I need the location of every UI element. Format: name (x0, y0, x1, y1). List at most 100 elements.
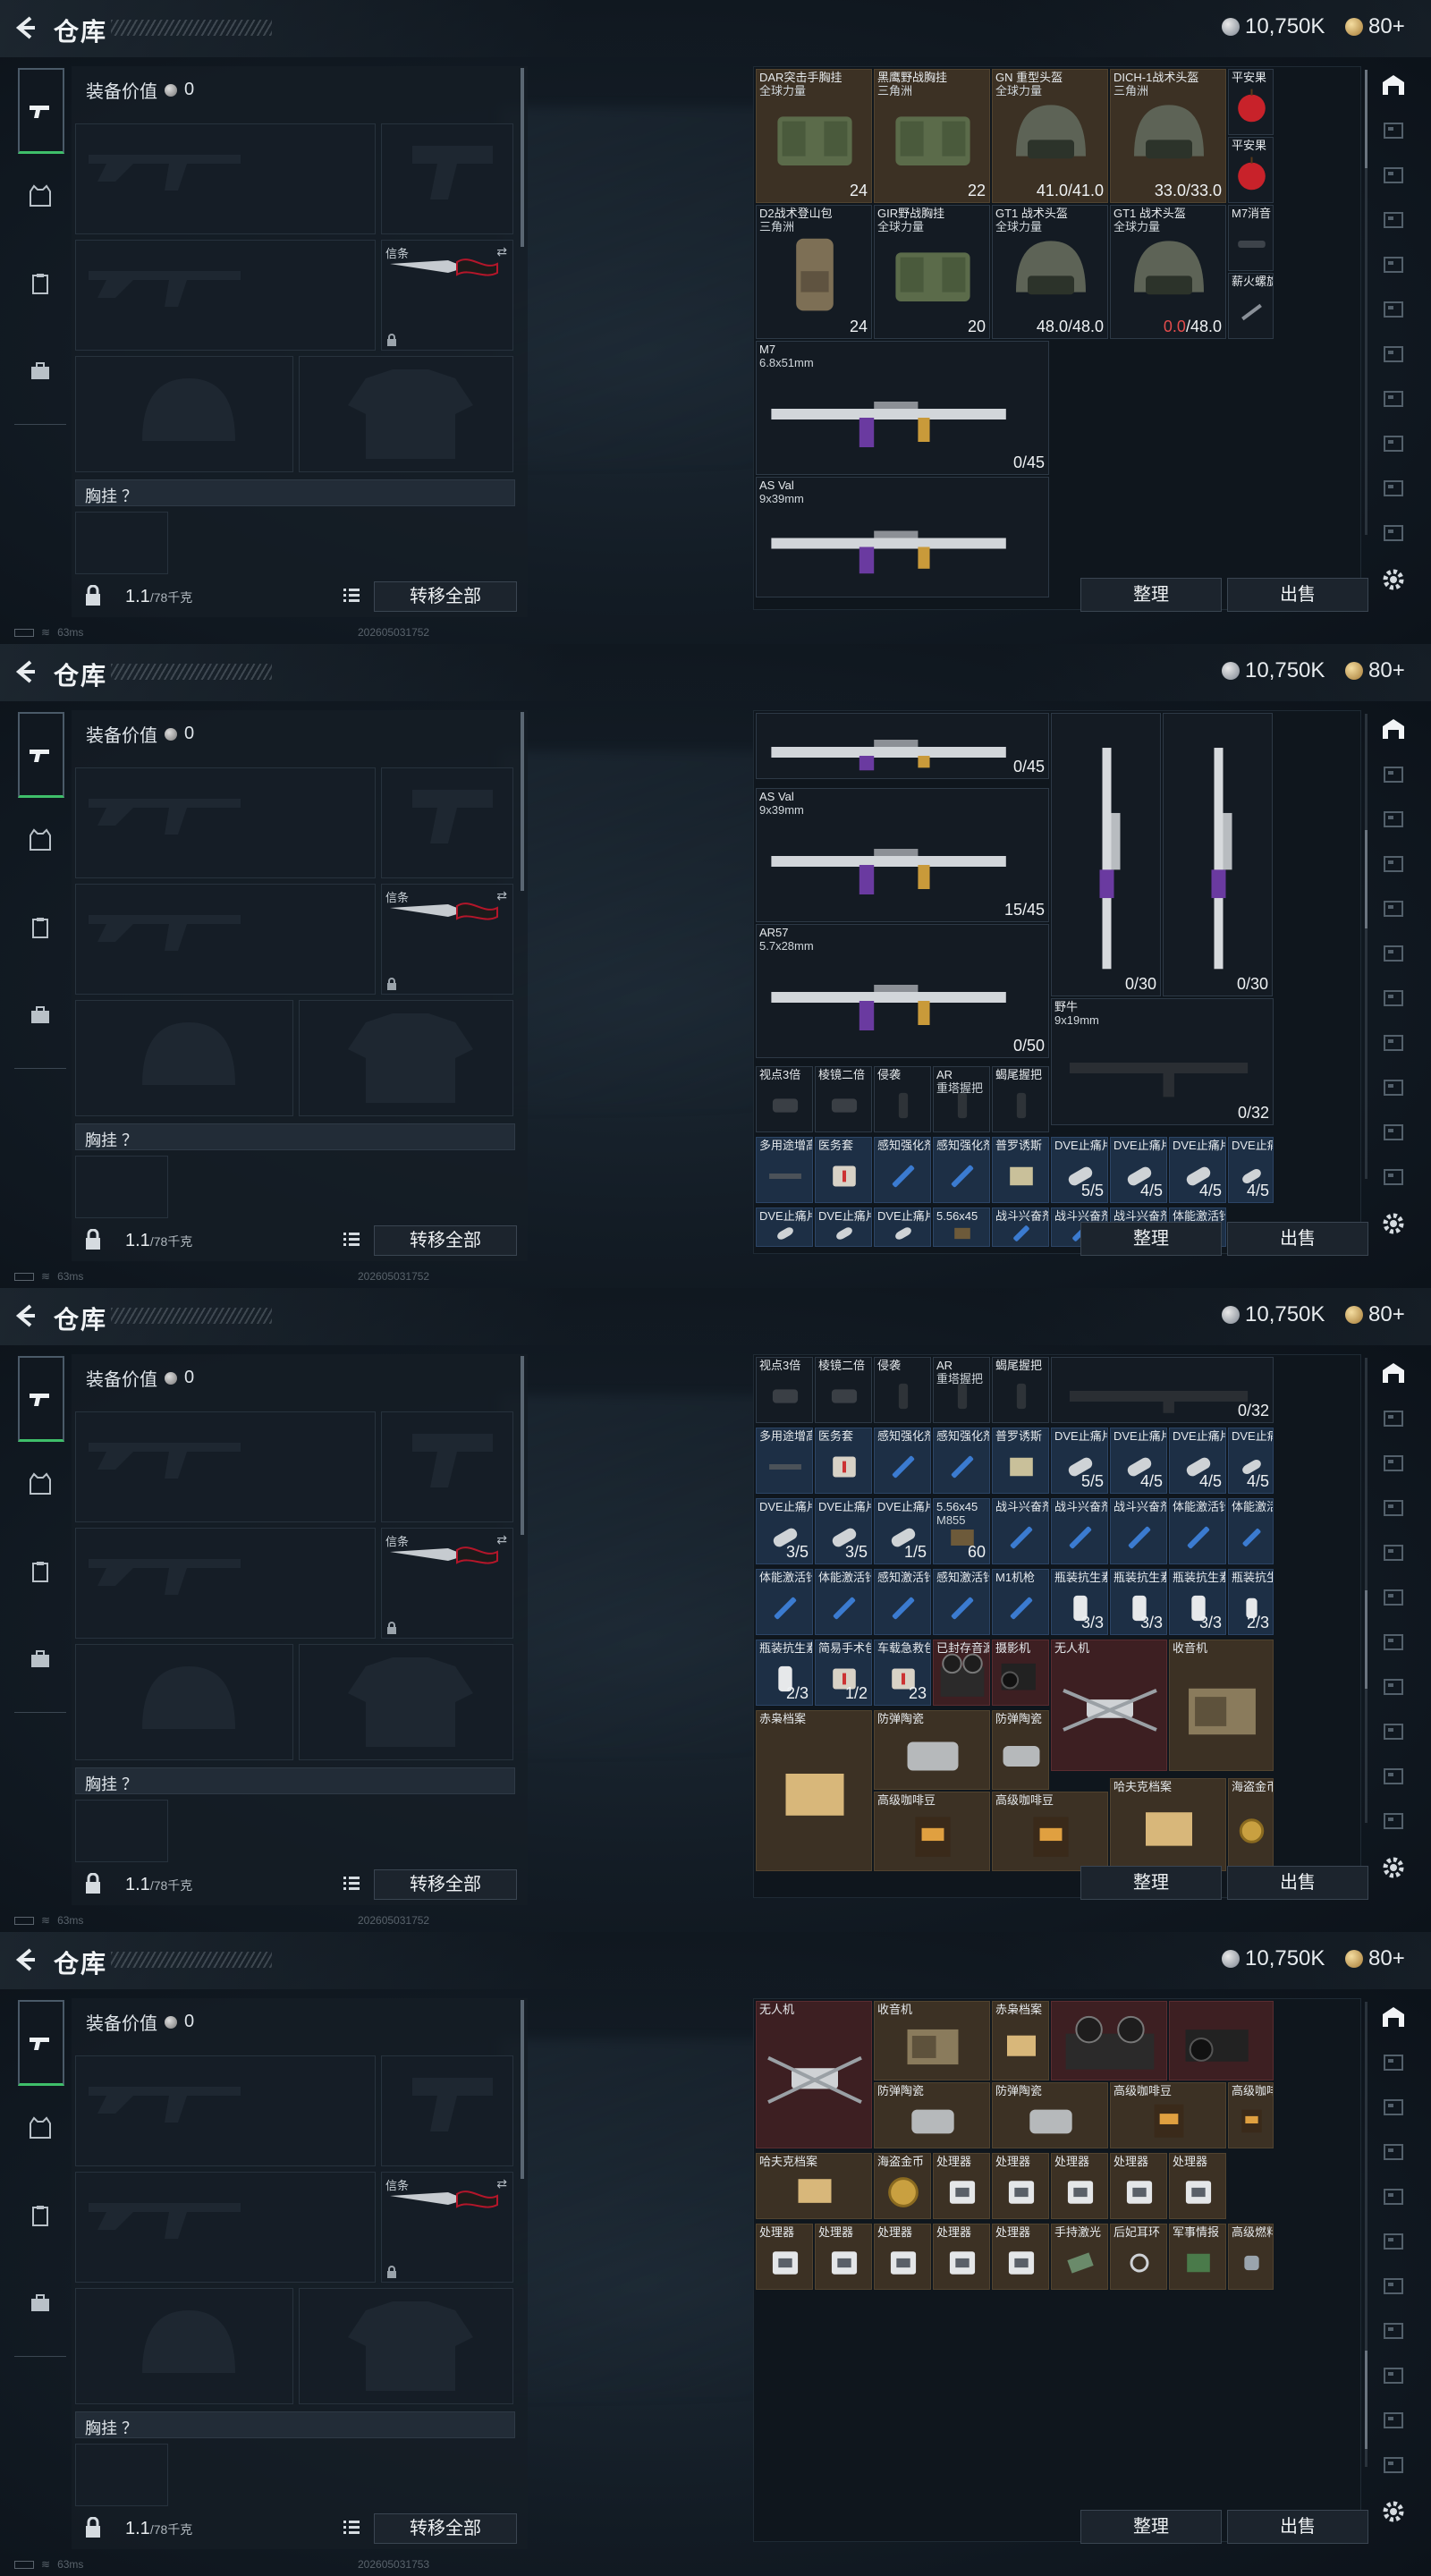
inventory-item[interactable]: DVE止痛片 3/5 (815, 1498, 872, 1564)
sort-button[interactable]: 整理 (1080, 1866, 1222, 1900)
gold-balance[interactable]: 80+ (1345, 1302, 1405, 1327)
inventory-item[interactable]: 高级咖啡豆 (1228, 2082, 1274, 2148)
tab-armor[interactable] (20, 2107, 61, 2148)
inventory-item[interactable]: 后妃耳环 (1110, 2224, 1167, 2290)
tab-stash-page[interactable] (1374, 2043, 1413, 2082)
inventory-item[interactable]: 防弹陶瓷 (992, 1710, 1049, 1790)
melee-slot[interactable]: 信条 ⇄ (381, 1528, 513, 1639)
inventory-item[interactable]: 无人机 (1051, 1640, 1167, 1771)
inventory-item[interactable]: 感知强化剂 (874, 1137, 931, 1203)
back-button[interactable] (11, 1301, 41, 1331)
sort-button[interactable]: 整理 (1080, 2510, 1222, 2544)
inventory-item[interactable]: 体能激活针 (1228, 1498, 1274, 1564)
inventory-item[interactable]: 体能激活针 (815, 1569, 872, 1635)
tab-warehouse-main[interactable] (1374, 1354, 1413, 1394)
inventory-item[interactable]: GT1 战术头盔 全球力量 48.0/48.0 (992, 205, 1108, 339)
inventory-item[interactable]: 野牛 9x19mm 0/32 (1051, 998, 1274, 1125)
melee-slot[interactable]: 信条 ⇄ (381, 2172, 513, 2283)
grid-scrollbar[interactable] (1365, 1358, 1367, 1823)
inventory-item[interactable]: 瓶装抗生素 3/3 (1169, 1569, 1226, 1635)
tab-warehouse-main[interactable] (1374, 710, 1413, 750)
sidearm-slot[interactable] (381, 767, 513, 878)
inventory-item[interactable]: 0/45 (756, 713, 1049, 779)
inventory-item[interactable]: 简易手术包 1/2 (815, 1640, 872, 1706)
chest-rig-slot[interactable] (75, 1800, 168, 1862)
inventory-item[interactable]: 瓶装抗生素 3/3 (1110, 1569, 1167, 1635)
swap-icon[interactable]: ⇄ (496, 1532, 507, 1547)
tab-stash-page[interactable] (1374, 755, 1413, 794)
melee-slot[interactable]: 信条 ⇄ (381, 884, 513, 995)
helmet-slot[interactable] (75, 356, 293, 472)
inventory-item[interactable]: 无人机 (756, 2001, 872, 2148)
gold-balance[interactable]: 80+ (1345, 14, 1405, 39)
inventory-item[interactable]: 视点3倍 (756, 1066, 813, 1132)
tab-stash-page[interactable] (1374, 2222, 1413, 2261)
inventory-item[interactable]: 体能激活针 (756, 1569, 813, 1635)
inventory-item[interactable]: DVE止痛片 5/5 (1051, 1428, 1108, 1494)
scrollbar-thumb[interactable] (1365, 1590, 1367, 1689)
primary-weapon-slot[interactable] (75, 123, 376, 234)
sort-button[interactable]: 整理 (1080, 1222, 1222, 1256)
primary-weapon-slot[interactable] (75, 767, 376, 878)
inventory-item[interactable]: 海盗金币 (1228, 1778, 1274, 1871)
inventory-item[interactable]: 感知激活针 (874, 1569, 931, 1635)
inventory-item[interactable]: 处理器 (815, 2224, 872, 2290)
sell-button[interactable]: 出售 (1227, 1222, 1368, 1256)
loadout-scrollbar[interactable] (521, 2000, 524, 2179)
sidearm-slot[interactable] (381, 123, 513, 234)
list-view-icon[interactable] (342, 1873, 361, 1893)
settings-gear-icon[interactable] (1377, 1208, 1410, 1240)
inventory-item[interactable]: 蝎尾握把 (992, 1357, 1049, 1423)
tab-weapons[interactable] (18, 2000, 64, 2086)
inventory-item[interactable]: 已封存音源 (933, 1640, 990, 1706)
inventory-item[interactable]: 侵袭 (874, 1066, 931, 1132)
inventory-item[interactable]: 多用途增高 (756, 1428, 813, 1494)
tab-stash-page[interactable] (1374, 424, 1413, 463)
inventory-item[interactable]: 平安果 (1228, 69, 1274, 135)
tab-items[interactable] (20, 907, 61, 948)
inventory-item[interactable] (1169, 2001, 1274, 2080)
tab-items[interactable] (20, 263, 61, 304)
transfer-all-button[interactable]: 转移全部 (374, 581, 517, 612)
inventory-item[interactable]: GN 重型头盔 全球力量 41.0/41.0 (992, 69, 1108, 203)
tab-stash-page[interactable] (1374, 1068, 1413, 1107)
inventory-item[interactable]: DAR突击手胸挂 全球力量 24 (756, 69, 872, 203)
tab-stash-page[interactable] (1374, 934, 1413, 973)
helmet-slot[interactable] (75, 1000, 293, 1116)
chest-rig-slot[interactable] (75, 2444, 168, 2506)
tab-stash-page[interactable] (1374, 1157, 1413, 1197)
swap-icon[interactable]: ⇄ (496, 888, 507, 903)
inventory-item[interactable]: AR57 5.7x28mm 0/50 (756, 924, 1049, 1058)
tab-items[interactable] (20, 2195, 61, 2236)
inventory-item[interactable]: DVE止痛片 4/5 (1110, 1137, 1167, 1203)
tab-stash-page[interactable] (1374, 379, 1413, 419)
tab-stash-page[interactable] (1374, 1023, 1413, 1063)
sidearm-slot[interactable] (381, 2055, 513, 2166)
inventory-item[interactable]: 高级咖啡豆 (874, 1792, 990, 1871)
inventory-item[interactable]: 处理器 (992, 2153, 1049, 2219)
inventory-item[interactable]: 高级咖啡豆 (1110, 2082, 1226, 2148)
tab-stash-page[interactable] (1374, 335, 1413, 374)
helmet-slot[interactable] (75, 1644, 293, 1760)
swap-icon[interactable]: ⇄ (496, 244, 507, 259)
inventory-item[interactable]: 处理器 (992, 2224, 1049, 2290)
inventory-item[interactable]: GT1 战术头盔 全球力量 0.0/48.0 (1110, 205, 1226, 339)
inventory-item[interactable]: 处理器 (1110, 2153, 1167, 2219)
inventory-item[interactable]: 普罗诱斯 (992, 1137, 1049, 1203)
inventory-item[interactable]: 海盗金币 (874, 2153, 931, 2219)
tab-stash-page[interactable] (1374, 1399, 1413, 1438)
inventory-item[interactable]: 军事情报 (1169, 2224, 1226, 2290)
gold-balance[interactable]: 80+ (1345, 658, 1405, 683)
tab-stash-page[interactable] (1374, 2267, 1413, 2306)
inventory-item[interactable]: 棱镜二倍 (815, 1357, 872, 1423)
inventory-item[interactable]: M7消音 (1228, 205, 1274, 271)
sell-button[interactable]: 出售 (1227, 578, 1368, 612)
grid-scrollbar[interactable] (1365, 714, 1367, 1179)
inventory-item[interactable]: 普罗诱斯 (992, 1428, 1049, 1494)
inventory-item[interactable]: 战斗兴奋剂 (992, 1208, 1049, 1247)
tab-stash-page[interactable] (1374, 1667, 1413, 1707)
settings-gear-icon[interactable] (1377, 1852, 1410, 1884)
tab-case[interactable] (20, 2283, 61, 2324)
tab-stash-page[interactable] (1374, 1578, 1413, 1617)
inventory-item[interactable]: DVE止痛片 (756, 1208, 813, 1247)
